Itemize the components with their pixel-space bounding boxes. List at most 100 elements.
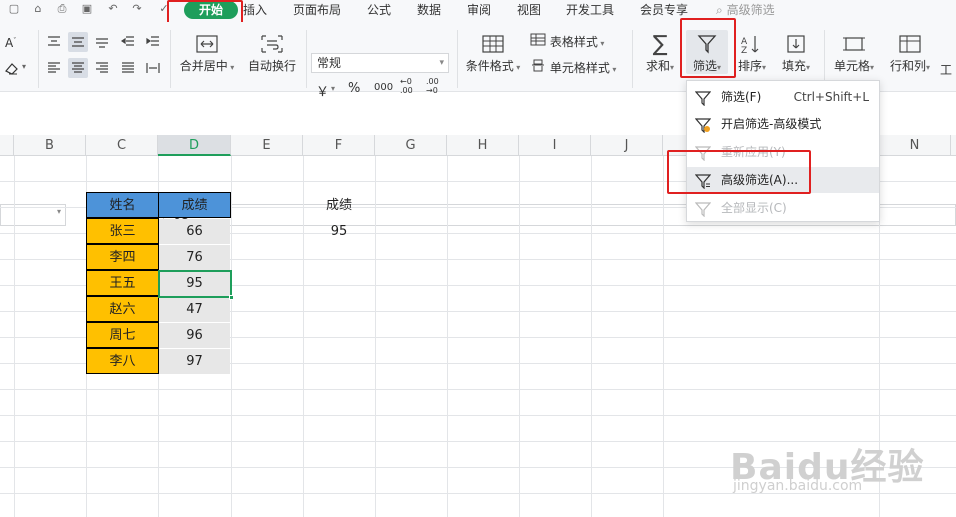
align-bottom-icon[interactable] [92, 32, 112, 52]
tab-page-layout[interactable]: 页面布局 [293, 2, 341, 18]
highlight-box-advanced-filter [667, 150, 811, 194]
decrease-decimal-button[interactable]: .00 →0 [426, 77, 446, 95]
tab-formulas[interactable]: 公式 [367, 2, 391, 18]
distribute-icon[interactable] [143, 58, 163, 78]
save-icon[interactable]: ▢ [8, 3, 20, 15]
cell-button[interactable]: 单元格▾ [830, 30, 878, 74]
justify-icon[interactable] [118, 58, 138, 78]
fill-button[interactable]: 填充▾ [776, 30, 816, 74]
column-header-g[interactable]: G [375, 135, 447, 156]
increase-indent-icon[interactable] [143, 32, 163, 52]
name-cell[interactable]: 王五 [86, 270, 159, 296]
sum-label: 求和 [645, 59, 670, 73]
menu-item-filter[interactable]: 筛选(F) Ctrl+Shift+L [687, 84, 879, 110]
active-cell-cursor[interactable] [158, 270, 234, 300]
chevron-down-icon: ▾ [439, 58, 444, 68]
eraser-icon[interactable] [2, 58, 22, 78]
name-cell[interactable]: 周七 [86, 322, 159, 348]
header-score-cell[interactable]: 成绩 [158, 192, 231, 218]
align-top-icon[interactable] [44, 32, 64, 52]
sum-button[interactable]: ∑ 求和▾ [640, 30, 680, 74]
tab-data[interactable]: 数据 [417, 2, 441, 18]
header-name-cell[interactable]: 姓名 [86, 192, 159, 218]
column-header-f[interactable]: F [303, 135, 375, 156]
cell-icon [830, 30, 878, 58]
criteria-header-cell[interactable]: 成绩 [303, 193, 375, 219]
cell-style-button[interactable]: 单元格样式 ▾ [530, 59, 616, 76]
score-cell[interactable]: 76 [159, 245, 230, 270]
highlight-box-filter [680, 18, 736, 78]
table-style-button[interactable]: 表格样式 ▾ [530, 33, 604, 50]
conditional-format-button[interactable]: 条件格式 ▾ [462, 30, 524, 74]
worksheet-label[interactable]: 工 [940, 61, 952, 78]
funnel-clear-icon [694, 200, 712, 218]
number-format-select[interactable]: 常规 ▾ [311, 53, 449, 73]
align-left-icon[interactable] [44, 58, 64, 78]
table-style-icon [530, 33, 550, 49]
menu-item-label: 开启筛选-高级模式 [721, 117, 822, 131]
redo-icon[interactable]: ↷ [131, 3, 143, 15]
auto-wrap-button[interactable]: 自动换行 [244, 30, 300, 74]
svg-text:ˇ: ˇ [13, 37, 17, 45]
column-header-h[interactable]: H [447, 135, 519, 156]
search-command[interactable]: ⌕ 高级筛选 [716, 2, 775, 18]
column-header-e[interactable]: E [231, 135, 303, 156]
align-middle-icon[interactable] [68, 32, 88, 52]
cell-style-label: 单元格样式 [549, 61, 610, 75]
score-cell[interactable]: 47 [159, 297, 230, 322]
number-format-value: 常规 [317, 56, 342, 70]
score-cell[interactable]: 66 [159, 219, 230, 244]
merge-center-label: 合并居中 [179, 59, 228, 73]
menu-item-label: 全部显示(C) [721, 201, 787, 215]
currency-button[interactable]: ￥ [316, 81, 329, 100]
font-size-icon[interactable]: Aˇ [2, 32, 22, 52]
score-cell[interactable]: 97 [159, 349, 230, 374]
undo-icon[interactable]: ↶ [107, 3, 119, 15]
cell-style-icon [530, 59, 550, 75]
search-placeholder: 高级筛选 [726, 3, 775, 17]
row-col-button[interactable]: 行和列▾ [884, 30, 936, 74]
name-cell[interactable]: 赵六 [86, 296, 159, 322]
sort-icon: AZ [732, 30, 772, 58]
share-icon[interactable]: ⌂ [32, 3, 44, 15]
name-cell[interactable]: 李四 [86, 244, 159, 270]
watermark: Baidu经验 jingyan.baidu.com [730, 418, 950, 508]
fill-handle[interactable] [229, 295, 234, 300]
print-preview-icon[interactable]: ▣ [81, 3, 93, 15]
menu-item-shortcut: Ctrl+Shift+L [793, 90, 869, 104]
column-header-i[interactable]: I [519, 135, 591, 156]
increase-decimal-button[interactable]: ←0 .00 [400, 77, 420, 95]
column-header-j[interactable]: J [591, 135, 663, 156]
name-cell[interactable]: 张三 [86, 218, 159, 244]
menu-item-advanced-mode[interactable]: 开启筛选-高级模式 [687, 111, 879, 137]
align-right-icon[interactable] [92, 58, 112, 78]
column-header-a[interactable] [0, 135, 14, 156]
name-cell[interactable]: 李八 [86, 348, 159, 374]
tab-developer[interactable]: 开发工具 [566, 2, 614, 18]
funnel-icon [694, 89, 712, 107]
align-center-icon[interactable] [68, 58, 88, 78]
column-header-n[interactable]: N [879, 135, 951, 156]
column-header-b[interactable]: B [14, 135, 86, 156]
search-icon: ⌕ [716, 3, 723, 17]
merge-center-button[interactable]: 合并居中 ▾ [174, 30, 240, 74]
tab-review[interactable]: 审阅 [467, 2, 491, 18]
thousands-button[interactable]: 000 [374, 82, 393, 93]
column-header-c[interactable]: C [86, 135, 158, 156]
row-col-icon [884, 30, 936, 58]
tab-view[interactable]: 视图 [517, 2, 541, 18]
fill-label: 填充 [781, 59, 806, 73]
tab-member[interactable]: 会员专享 [640, 2, 688, 18]
percent-button[interactable]: % [348, 81, 360, 96]
score-cell[interactable]: 96 [159, 323, 230, 348]
print-icon[interactable]: ⎙ [56, 3, 68, 15]
decrease-indent-icon[interactable] [118, 32, 138, 52]
sort-button[interactable]: AZ 排序▾ [732, 30, 772, 74]
column-header-d[interactable]: D [158, 135, 231, 156]
tab-insert[interactable]: 插入 [243, 2, 267, 18]
wrap-text-icon [244, 30, 300, 58]
criteria-value-cell[interactable]: 95 [303, 219, 375, 245]
eraser-dropdown-icon[interactable]: ▾ [22, 62, 26, 71]
currency-dropdown-icon[interactable]: ▾ [331, 84, 335, 93]
sigma-icon: ∑ [652, 31, 668, 57]
